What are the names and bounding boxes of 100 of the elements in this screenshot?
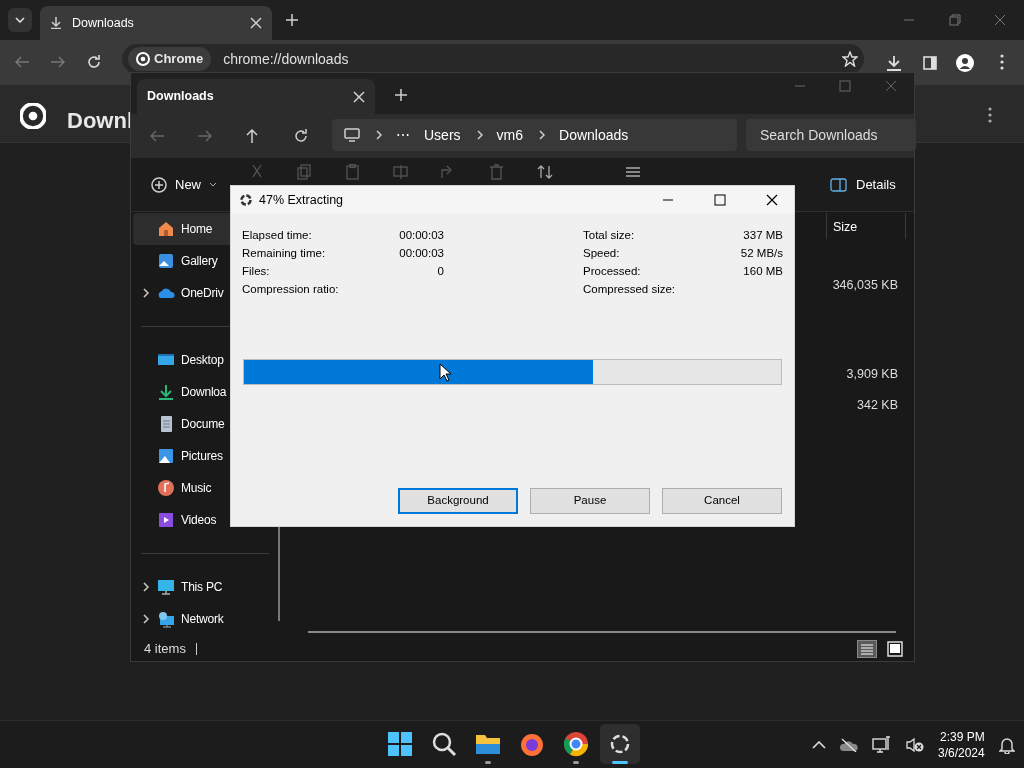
sidebar-item[interactable]: Docume	[133, 408, 230, 440]
refresh-icon[interactable]	[87, 55, 101, 69]
network-icon[interactable]	[872, 736, 892, 754]
stat-label: Elapsed time:	[242, 228, 313, 244]
maximize-icon[interactable]	[714, 194, 726, 206]
column-header[interactable]: Size	[826, 213, 906, 239]
spinner-icon	[240, 194, 252, 206]
panel-icon	[830, 177, 847, 192]
stat-label: Files:	[242, 264, 271, 280]
stat-label: Compressed size:	[583, 282, 677, 298]
taskbar-app[interactable]	[600, 724, 640, 764]
search-icon	[430, 730, 458, 758]
monitor-icon	[344, 128, 360, 142]
restore-icon[interactable]	[949, 14, 961, 26]
size-cell-text: 3,909 KB	[846, 366, 898, 383]
site-info-chip[interactable]: Chrome	[128, 47, 212, 71]
sidebar-item[interactable]: OneDriv	[133, 277, 230, 309]
chevron-icon	[474, 129, 483, 141]
sidebar-item[interactable]: Gallery	[133, 245, 230, 277]
window-title: 47% Extracting	[259, 191, 345, 209]
list-view-icon[interactable]	[857, 640, 877, 658]
image-icon	[157, 447, 175, 465]
video-icon	[157, 511, 175, 529]
chrome-logo-icon	[562, 730, 590, 758]
download-icon[interactable]	[886, 55, 902, 71]
breadcrumb-item[interactable]: Downloads	[559, 124, 629, 146]
chevron-icon[interactable]	[141, 287, 149, 299]
chevron-icon[interactable]	[141, 613, 149, 625]
view-icon[interactable]	[625, 166, 641, 178]
details-button[interactable]: Details	[830, 175, 896, 195]
sidebar-item[interactable]: Videos	[133, 504, 230, 536]
new-button[interactable]: New	[151, 175, 217, 195]
house-icon	[157, 220, 175, 238]
item-count: 4 items	[144, 640, 186, 659]
stat-label: Remaining time:	[242, 246, 327, 262]
stat-label: Total size:	[583, 228, 636, 244]
stat-value: 160 MB	[743, 264, 783, 280]
up-icon[interactable]	[246, 129, 258, 143]
close-icon[interactable]	[766, 194, 778, 206]
profile-icon[interactable]	[956, 54, 974, 72]
browser-tab[interactable]: Downloads	[40, 6, 272, 40]
tiles-view-icon[interactable]	[887, 641, 903, 657]
sidebar-item[interactable]: Downloa	[133, 376, 230, 408]
stat-value: 337 MB	[743, 228, 783, 244]
address-bar[interactable]: ⋯ Users vm6 Downloads	[332, 119, 737, 151]
chevron-icon[interactable]	[141, 581, 149, 593]
cloud-off-icon[interactable]	[840, 738, 858, 752]
tab-list-button[interactable]	[8, 8, 32, 32]
back-icon[interactable]	[150, 130, 164, 142]
address-field[interactable]: chrome://downloads	[223, 48, 830, 70]
chevron-icon	[537, 129, 545, 141]
music-icon	[157, 479, 175, 497]
chevron-up-icon[interactable]	[812, 741, 826, 749]
caret-icon	[209, 182, 217, 188]
stat-label: Speed:	[583, 246, 621, 262]
sidebar-item[interactable]: Pictures	[133, 440, 230, 472]
speaker-muted-icon[interactable]	[906, 737, 924, 753]
clipboard-icon[interactable]	[345, 164, 360, 180]
sidebar-item[interactable]: Desktop	[133, 344, 230, 376]
chrome-logo-icon	[136, 52, 150, 66]
download-icon	[157, 383, 175, 401]
pointer-icon	[439, 363, 451, 382]
breadcrumb-item[interactable]: Users	[424, 124, 461, 146]
sidebar-item[interactable]: Home	[133, 213, 230, 245]
breadcrumb-item[interactable]: vm6	[496, 124, 523, 146]
back-icon[interactable]	[15, 56, 29, 68]
stat-value: 00:00:03	[399, 246, 444, 262]
forward-icon[interactable]	[198, 130, 212, 142]
image-icon	[157, 252, 175, 270]
stat-value: 0	[437, 264, 444, 280]
clock[interactable]: 2:39 PM 3/6/2024	[938, 729, 985, 761]
sidebar-item[interactable]: This PC	[133, 571, 230, 603]
stat-label: Processed:	[583, 264, 642, 280]
explorer-tab[interactable]: Downloads	[137, 79, 375, 114]
star-icon[interactable]	[842, 51, 858, 67]
size-cell-text: 342 KB	[857, 397, 898, 414]
sort-icon[interactable]	[537, 165, 553, 179]
chrome-logo-icon	[20, 103, 46, 129]
more-locations-button[interactable]: ⋯	[396, 124, 410, 146]
new-tab-icon[interactable]	[286, 14, 298, 26]
menu-icon[interactable]	[988, 107, 992, 123]
search-field[interactable]: Search Downloads	[746, 119, 916, 151]
sidebar-item[interactable]: Network	[133, 603, 230, 635]
tab-title: Downloads	[147, 88, 215, 106]
side-panel-icon[interactable]	[923, 56, 937, 70]
menu-icon[interactable]	[1000, 54, 1004, 70]
dialog-button[interactable]: Pause	[530, 488, 650, 514]
monitor-icon	[157, 578, 175, 596]
network-icon	[157, 610, 175, 628]
forward-icon[interactable]	[51, 56, 65, 68]
dialog-button[interactable]: Background	[398, 488, 518, 514]
refresh-icon[interactable]	[294, 129, 308, 143]
new-tab-icon[interactable]	[395, 89, 407, 101]
stat-value: 52 MB/s	[740, 246, 783, 262]
dialog-button[interactable]: Cancel	[662, 488, 782, 514]
bell-icon[interactable]	[998, 736, 1015, 754]
stat-label: Compression ratio:	[242, 282, 340, 298]
size-cell-text: 346,035 KB	[832, 277, 898, 294]
download-icon	[50, 17, 62, 29]
sidebar-item[interactable]: Music	[133, 472, 230, 504]
